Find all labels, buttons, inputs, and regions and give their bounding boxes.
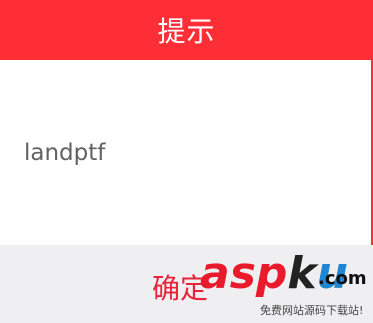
- alert-dialog: 提示 landptf 确定 aspku .com 免费网站源码下载站!: [0, 0, 373, 323]
- dialog-footer: 确定: [0, 245, 373, 323]
- dialog-body: landptf: [0, 60, 371, 245]
- dialog-header: 提示: [0, 0, 373, 60]
- dialog-message: landptf: [24, 140, 106, 166]
- dialog-title: 提示: [157, 15, 216, 48]
- confirm-button[interactable]: 确定: [152, 267, 208, 307]
